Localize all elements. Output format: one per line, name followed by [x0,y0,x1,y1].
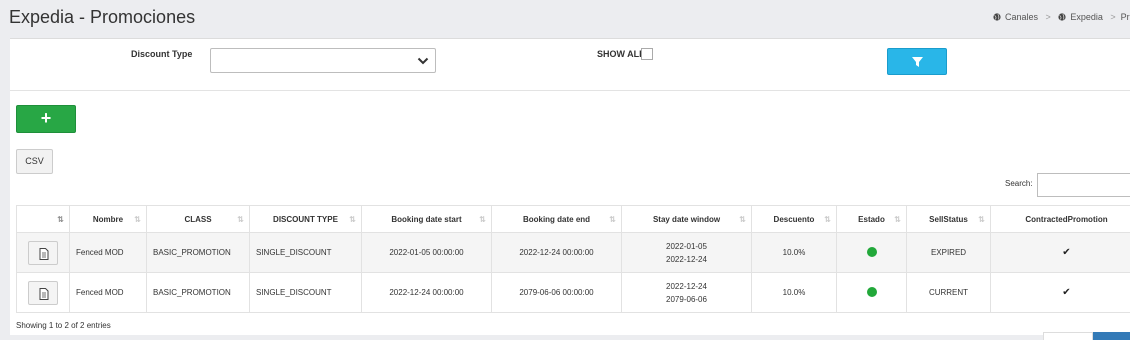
show-all-checkbox[interactable] [641,48,653,60]
cell-booking-start: 2022-12-24 00:00:00 [362,273,492,313]
document-icon [39,288,49,300]
sort-icon: ⇅ [824,215,830,224]
stay-to: 2079-06-06 [622,293,751,306]
breadcrumb-separator: > [1110,12,1115,22]
cell-sell-status: EXPIRED [907,233,991,273]
breadcrumb: Canales > Expedia > Pron [993,12,1130,22]
check-icon: ✔ [1062,247,1070,258]
plus-icon: + [41,108,52,128]
stay-from: 2022-01-05 [622,240,751,253]
document-icon [39,248,49,260]
view-promotion-button[interactable] [28,241,58,265]
view-promotion-button[interactable] [28,281,58,305]
column-header-booking-start[interactable]: Booking date start⇅ [362,206,492,233]
main-panel: Discount Type SHOW ALL + CSV Search: ⇅ N… [10,38,1130,335]
cell-nombre: Fenced MOD [70,273,147,313]
column-header-estado[interactable]: Estado⇅ [837,206,907,233]
filter-divider [10,90,1130,91]
cell-descuento: 10.0% [752,273,837,313]
cell-stay-window: 2022-01-052022-12-24 [622,233,752,273]
status-dot [867,247,877,257]
filter-button[interactable] [887,48,947,75]
stay-from: 2022-12-24 [622,280,751,293]
globe-icon [993,13,1001,21]
column-header-stay-window[interactable]: Stay date window⇅ [622,206,752,233]
cell-stay-window: 2022-12-242079-06-06 [622,273,752,313]
cell-contracted: ✔ [991,273,1130,313]
cell-booking-end: 2079-06-06 00:00:00 [492,273,622,313]
sort-icon: ⇅ [237,215,243,224]
stay-to: 2022-12-24 [622,253,751,266]
pagination [1043,332,1130,340]
sort-icon: ⇅ [978,215,984,224]
status-dot [867,287,877,297]
breadcrumb-separator: > [1046,12,1051,22]
search-label: Search: [1005,179,1033,188]
promotions-table: ⇅ Nombre⇅ CLASS⇅ DISCOUNT TYPE⇅ Booking … [16,205,1130,313]
cell-discount-type: SINGLE_DISCOUNT [250,273,362,313]
breadcrumb-item-canales[interactable]: Canales [993,12,1041,22]
show-all-label: SHOW ALL [597,49,645,59]
cell-estado [837,273,907,313]
table-info: Showing 1 to 2 of 2 entries [16,321,111,330]
column-header-class[interactable]: CLASS⇅ [147,206,250,233]
discount-type-select[interactable] [210,48,436,73]
column-header-nombre[interactable]: Nombre⇅ [70,206,147,233]
cell-contracted: ✔ [991,233,1130,273]
globe-icon [1058,13,1066,21]
breadcrumb-item-current: Pron [1121,12,1130,22]
sort-icon: ⇅ [479,215,485,224]
column-header-contracted-promotion[interactable]: ContractedPromotion [991,206,1130,233]
pagination-current[interactable] [1093,332,1130,340]
sort-icon: ⇅ [349,215,355,224]
cell-discount-type: SINGLE_DISCOUNT [250,233,362,273]
add-promotion-button[interactable]: + [16,105,76,133]
sort-icon: ⇅ [609,215,615,224]
cell-descuento: 10.0% [752,233,837,273]
cell-booking-start: 2022-01-05 00:00:00 [362,233,492,273]
cell-nombre: Fenced MOD [70,233,147,273]
sort-icon: ⇅ [134,215,140,224]
sort-icon: ⇅ [894,215,900,224]
column-header-descuento[interactable]: Descuento⇅ [752,206,837,233]
breadcrumb-item-expedia[interactable]: Expedia [1056,12,1106,22]
filter-icon [912,57,923,67]
column-header-discount-type[interactable]: DISCOUNT TYPE⇅ [250,206,362,233]
column-header-booking-end[interactable]: Booking date end⇅ [492,206,622,233]
page-header: Expedia - Promociones Canales > Expedia … [0,0,1130,38]
discount-type-label: Discount Type [131,49,192,59]
table-row: Fenced MOD BASIC_PROMOTION SINGLE_DISCOU… [17,273,1130,313]
csv-export-button[interactable]: CSV [16,149,53,174]
cell-sell-status: CURRENT [907,273,991,313]
column-header-actions[interactable]: ⇅ [17,206,70,233]
cell-class: BASIC_PROMOTION [147,273,250,313]
cell-estado [837,233,907,273]
sort-icon: ⇅ [57,215,63,224]
table-header-row: ⇅ Nombre⇅ CLASS⇅ DISCOUNT TYPE⇅ Booking … [17,206,1130,233]
page-title: Expedia - Promociones [9,7,195,28]
chevron-down-icon [417,56,429,66]
column-header-sell-status[interactable]: SellStatus⇅ [907,206,991,233]
table-row: Fenced MOD BASIC_PROMOTION SINGLE_DISCOU… [17,233,1130,273]
cell-booking-end: 2022-12-24 00:00:00 [492,233,622,273]
cell-class: BASIC_PROMOTION [147,233,250,273]
sort-icon: ⇅ [739,215,745,224]
search-input[interactable] [1037,173,1130,197]
check-icon: ✔ [1062,287,1070,298]
pagination-previous[interactable] [1043,332,1093,340]
